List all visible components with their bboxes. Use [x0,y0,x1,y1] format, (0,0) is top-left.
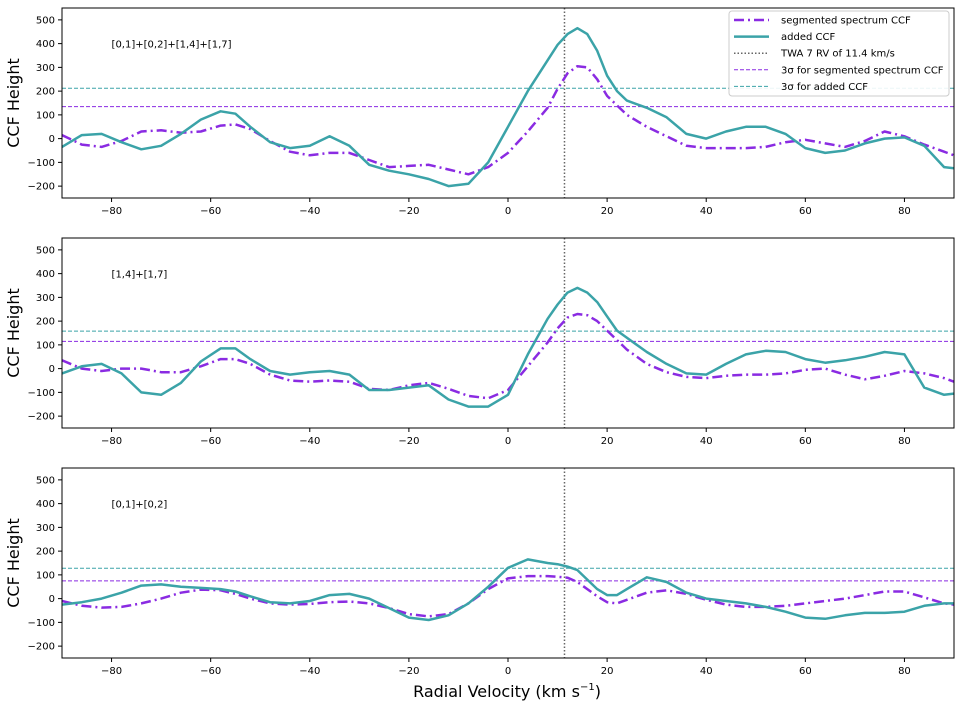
y-tick-label: 200 [36,547,55,558]
x-tick-label: −40 [299,206,320,217]
y-tick-label: 400 [36,269,55,280]
x-tick-label: −40 [299,436,320,447]
x-tick-label: −20 [398,206,419,217]
legend-label: segmented spectrum CCF [781,16,911,27]
legend-label: 3σ for added CCF [781,82,868,93]
y-tick-label: 100 [36,570,55,581]
x-tick-label: 20 [601,666,614,677]
y-axis-label: CCF Height [4,518,23,608]
y-tick-label: 200 [36,317,55,328]
y-tick-label: 300 [36,523,55,534]
legend-label: TWA 7 RV of 11.4 km/s [780,49,895,60]
legend: segmented spectrum CCF added CCF TWA 7 RV … [728,10,950,97]
pair-annotation: [0,1]+[0,2] [112,500,168,511]
y-tick-label: 400 [36,499,55,510]
x-tick-label: 40 [700,206,713,217]
axes-frame [61,467,955,659]
segmented-ccf-line [62,574,954,618]
y-tick-label: −200 [28,642,55,653]
y-tick-label: 100 [36,340,55,351]
pair-annotation: [0,1]+[0,2]+[1,4]+[1,7] [112,40,232,51]
y-axis-label: CCF Height [4,58,23,148]
x-tick-label: −80 [101,436,122,447]
y-tick-label: 500 [36,245,55,256]
x-tick-label: −20 [398,666,419,677]
x-tick-label: 60 [799,436,812,447]
y-tick-label: 300 [36,293,55,304]
x-tick-label: 0 [505,206,511,217]
y-tick-label: 0 [49,364,55,375]
x-tick-label: 40 [700,436,713,447]
y-tick-label: −100 [28,158,55,169]
y-tick-label: 0 [49,134,55,145]
x-tick-label: 60 [799,206,812,217]
x-tick-label: 80 [898,666,911,677]
y-tick-label: −100 [28,388,55,399]
x-tick-label: 20 [601,206,614,217]
y-tick-label: 100 [36,110,55,121]
x-tick-label: −80 [101,206,122,217]
x-tick-label: −80 [101,666,122,677]
x-tick-label: 60 [799,666,812,677]
x-tick-label: −60 [200,436,221,447]
pair-annotation: [1,4]+[1,7] [112,270,168,281]
x-axis-label-sup: −1 [580,682,595,693]
figure: −80 −60 −40 −20 0 20 40 60 80−200−10001002003004… [4,7,955,701]
x-tick-label: 20 [601,436,614,447]
y-tick-label: 500 [36,475,55,486]
x-tick-label: −20 [398,436,419,447]
x-tick-label: −60 [200,206,221,217]
y-tick-label: −200 [28,182,55,193]
ccf-panel-bottom: −80 −60 −40 −20 0 20 40 60 80−200−10001002003004… [4,467,955,677]
x-tick-label: 0 [505,666,511,677]
x-tick-label: −40 [299,666,320,677]
ccf-panel-middle: −80 −60 −40 −20 0 20 40 60 80−200−10001002003004… [4,237,955,447]
y-tick-label: 400 [36,39,55,50]
x-tick-label: 40 [700,666,713,677]
x-tick-label: 0 [505,436,511,447]
x-axis-label-main: Radial Velocity (km s [413,682,580,701]
x-tick-label: 80 [898,206,911,217]
legend-label: 3σ for segmented spectrum CCF [781,65,944,76]
x-axis-label-close: ) [595,682,601,701]
y-tick-label: 500 [36,15,55,26]
y-tick-label: 300 [36,63,55,74]
y-tick-label: 200 [36,87,55,98]
y-tick-label: −100 [28,618,55,629]
legend-label: added CCF [781,32,835,43]
y-axis-label: CCF Height [4,288,23,378]
x-axis-label: Radial Velocity (km s−1) [413,682,601,701]
segmented-ccf-line [62,312,954,400]
y-tick-label: −200 [28,412,55,423]
axes-frame [61,237,955,429]
y-tick-label: 0 [49,594,55,605]
x-tick-label: −60 [200,666,221,677]
x-tick-label: 80 [898,436,911,447]
